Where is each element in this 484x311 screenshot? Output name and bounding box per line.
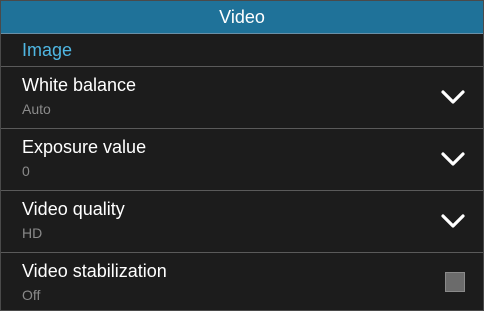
setting-value: Off	[22, 287, 41, 303]
setting-video-stabilization[interactable]: Video stabilization Off	[1, 252, 483, 311]
setting-label: White balance	[22, 75, 137, 95]
setting-exposure-value[interactable]: Exposure value 0	[1, 128, 483, 190]
video-settings-panel: Video Image White balance Auto Exposure …	[0, 0, 484, 311]
page-title: Video	[1, 1, 483, 34]
video-stabilization-checkbox[interactable]	[445, 272, 465, 292]
setting-label: Exposure value	[22, 137, 147, 157]
setting-value: Auto	[22, 101, 51, 117]
setting-value: HD	[22, 225, 43, 241]
section-header-image: Image	[22, 39, 73, 60]
chevron-down-icon[interactable]	[441, 87, 465, 107]
chevron-down-icon[interactable]	[441, 149, 465, 169]
setting-label: Video stabilization	[22, 261, 167, 281]
setting-label: Video quality	[22, 199, 125, 219]
setting-value: 0	[22, 163, 30, 179]
setting-video-quality[interactable]: Video quality HD	[1, 190, 483, 252]
chevron-down-icon[interactable]	[441, 211, 465, 231]
setting-white-balance[interactable]: White balance Auto	[1, 66, 483, 128]
